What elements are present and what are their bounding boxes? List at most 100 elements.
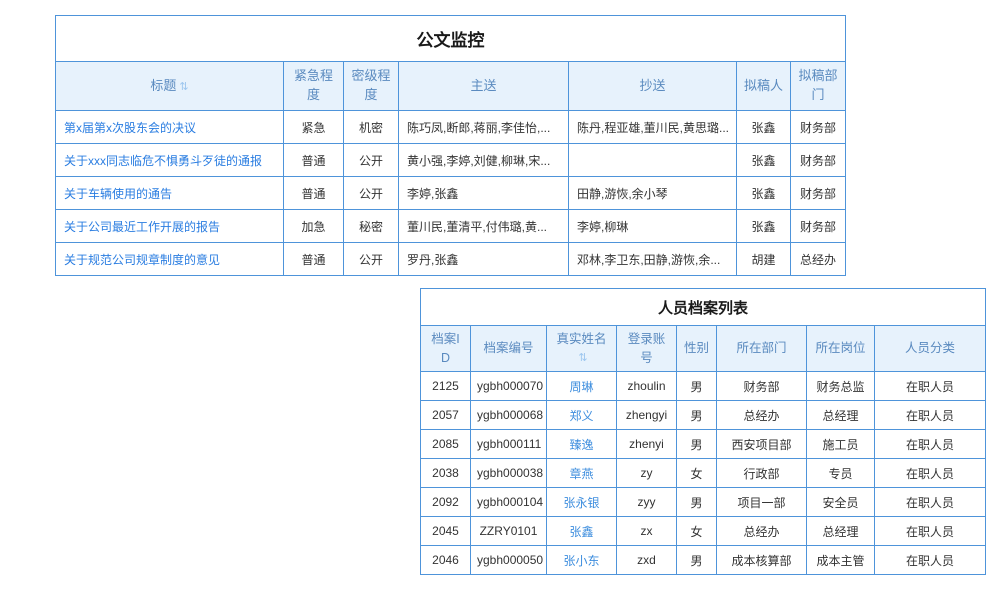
cell-archive-id: 2092: [421, 488, 471, 517]
col-header-urgency: 紧急程度: [284, 62, 344, 111]
cell-login-account: zx: [617, 517, 677, 546]
doc-title-link[interactable]: 关于xxx同志临危不惧勇斗歹徒的通报: [56, 144, 284, 177]
table-row: 关于车辆使用的通告 普通 公开 李婷,张鑫 田静,游恢,余小琴 张鑫 财务部: [56, 177, 846, 210]
doc-title-link[interactable]: 关于公司最近工作开展的报告: [56, 210, 284, 243]
doc-title-link[interactable]: 关于车辆使用的通告: [56, 177, 284, 210]
cell-archive-no: ygbh000068: [471, 401, 547, 430]
cell-cc: 陈丹,程亚雄,董川民,黄思璐...: [569, 111, 737, 144]
cell-category: 在职人员: [875, 546, 986, 575]
cell-department: 总经办: [717, 401, 807, 430]
cell-login-account: zhenyi: [617, 430, 677, 459]
cell-draft-dept: 财务部: [791, 177, 846, 210]
cell-secrecy: 秘密: [344, 210, 399, 243]
cell-category: 在职人员: [875, 401, 986, 430]
cell-login-account: zyy: [617, 488, 677, 517]
table-row: 2045 ZZRY0101 张鑫 zx 女 总经办 总经理 在职人员: [421, 517, 986, 546]
person-name-link[interactable]: 郑义: [547, 401, 617, 430]
cell-login-account: zy: [617, 459, 677, 488]
cell-urgency: 紧急: [284, 111, 344, 144]
person-name-link[interactable]: 章燕: [547, 459, 617, 488]
col-header-archive-id: 档案ID: [421, 326, 471, 372]
document-monitor-table: 公文监控 标题⇅ 紧急程度 密级程度 主送 抄送 拟稿人 拟稿部门 第x届第x次…: [55, 15, 846, 276]
cell-draft-dept: 财务部: [791, 111, 846, 144]
cell-category: 在职人员: [875, 488, 986, 517]
cell-department: 行政部: [717, 459, 807, 488]
cell-draft-dept: 财务部: [791, 144, 846, 177]
table-row: 2038 ygbh000038 章燕 zy 女 行政部 专员 在职人员: [421, 459, 986, 488]
cell-main-send: 董川民,董清平,付伟璐,黄...: [399, 210, 569, 243]
cell-gender: 男: [677, 372, 717, 401]
doc-title-link[interactable]: 第x届第x次股东会的决议: [56, 111, 284, 144]
col-header-secrecy: 密级程度: [344, 62, 399, 111]
cell-login-account: zhengyi: [617, 401, 677, 430]
cell-category: 在职人员: [875, 430, 986, 459]
cell-archive-id: 2045: [421, 517, 471, 546]
cell-gender: 女: [677, 459, 717, 488]
cell-gender: 男: [677, 488, 717, 517]
cell-department: 财务部: [717, 372, 807, 401]
person-name-link[interactable]: 臻逸: [547, 430, 617, 459]
col-header-category: 人员分类: [875, 326, 986, 372]
table-row: 关于xxx同志临危不惧勇斗歹徒的通报 普通 公开 黄小强,李婷,刘健,柳琳,宋.…: [56, 144, 846, 177]
doc-header-row: 标题⇅ 紧急程度 密级程度 主送 抄送 拟稿人 拟稿部门: [56, 62, 846, 111]
cell-gender: 女: [677, 517, 717, 546]
personnel-archive-table: 人员档案列表 档案ID 档案编号 真实姓名⇅ 登录账号 性别 所在部门 所在岗位…: [420, 288, 986, 575]
cell-archive-id: 2057: [421, 401, 471, 430]
col-header-post: 所在岗位: [807, 326, 875, 372]
col-header-drafter: 拟稿人: [737, 62, 791, 111]
table-row: 2085 ygbh000111 臻逸 zhenyi 男 西安项目部 施工员 在职…: [421, 430, 986, 459]
personnel-header-row: 档案ID 档案编号 真实姓名⇅ 登录账号 性别 所在部门 所在岗位 人员分类: [421, 326, 986, 372]
personnel-table-title: 人员档案列表: [421, 289, 986, 326]
col-header-title[interactable]: 标题⇅: [56, 62, 284, 111]
table-row: 第x届第x次股东会的决议 紧急 机密 陈巧凤,断郎,蒋丽,李佳怡,... 陈丹,…: [56, 111, 846, 144]
cell-category: 在职人员: [875, 372, 986, 401]
cell-archive-id: 2085: [421, 430, 471, 459]
cell-category: 在职人员: [875, 517, 986, 546]
cell-drafter: 胡建: [737, 243, 791, 276]
cell-drafter: 张鑫: [737, 111, 791, 144]
table-row: 关于公司最近工作开展的报告 加急 秘密 董川民,董清平,付伟璐,黄... 李婷,…: [56, 210, 846, 243]
cell-cc: 邓林,李卫东,田静,游恢,余...: [569, 243, 737, 276]
col-header-main-send: 主送: [399, 62, 569, 111]
cell-archive-no: ygbh000050: [471, 546, 547, 575]
cell-archive-no: ZZRY0101: [471, 517, 547, 546]
table-row: 2046 ygbh000050 张小东 zxd 男 成本核算部 成本主管 在职人…: [421, 546, 986, 575]
table-title-row: 公文监控: [56, 16, 846, 62]
cell-gender: 男: [677, 401, 717, 430]
cell-secrecy: 公开: [344, 177, 399, 210]
cell-cc: 李婷,柳琳: [569, 210, 737, 243]
cell-urgency: 普通: [284, 177, 344, 210]
cell-main-send: 陈巧凤,断郎,蒋丽,李佳怡,...: [399, 111, 569, 144]
cell-archive-no: ygbh000038: [471, 459, 547, 488]
cell-post: 专员: [807, 459, 875, 488]
col-header-gender: 性别: [677, 326, 717, 372]
cell-main-send: 黄小强,李婷,刘健,柳琳,宋...: [399, 144, 569, 177]
person-name-link[interactable]: 张永银: [547, 488, 617, 517]
person-name-link[interactable]: 张鑫: [547, 517, 617, 546]
cell-post: 财务总监: [807, 372, 875, 401]
cell-gender: 男: [677, 430, 717, 459]
doc-title-link[interactable]: 关于规范公司规章制度的意见: [56, 243, 284, 276]
person-name-link[interactable]: 张小东: [547, 546, 617, 575]
cell-category: 在职人员: [875, 459, 986, 488]
cell-drafter: 张鑫: [737, 177, 791, 210]
cell-post: 成本主管: [807, 546, 875, 575]
sort-icon[interactable]: ⇅: [179, 81, 188, 93]
cell-draft-dept: 总经办: [791, 243, 846, 276]
doc-table-title: 公文监控: [56, 16, 846, 62]
col-header-real-name[interactable]: 真实姓名 ⇅: [547, 326, 617, 372]
cell-secrecy: 机密: [344, 111, 399, 144]
cell-post: 施工员: [807, 430, 875, 459]
table-row: 2057 ygbh000068 郑义 zhengyi 男 总经办 总经理 在职人…: [421, 401, 986, 430]
cell-draft-dept: 财务部: [791, 210, 846, 243]
cell-department: 成本核算部: [717, 546, 807, 575]
table-row: 2125 ygbh000070 周琳 zhoulin 男 财务部 财务总监 在职…: [421, 372, 986, 401]
cell-archive-no: ygbh000104: [471, 488, 547, 517]
table-row: 2092 ygbh000104 张永银 zyy 男 项目一部 安全员 在职人员: [421, 488, 986, 517]
col-header-title-label: 标题: [150, 78, 176, 93]
col-header-real-name-label: 真实姓名: [556, 332, 606, 346]
col-header-cc: 抄送: [569, 62, 737, 111]
person-name-link[interactable]: 周琳: [547, 372, 617, 401]
cell-department: 总经办: [717, 517, 807, 546]
sort-icon[interactable]: ⇅: [578, 352, 587, 364]
